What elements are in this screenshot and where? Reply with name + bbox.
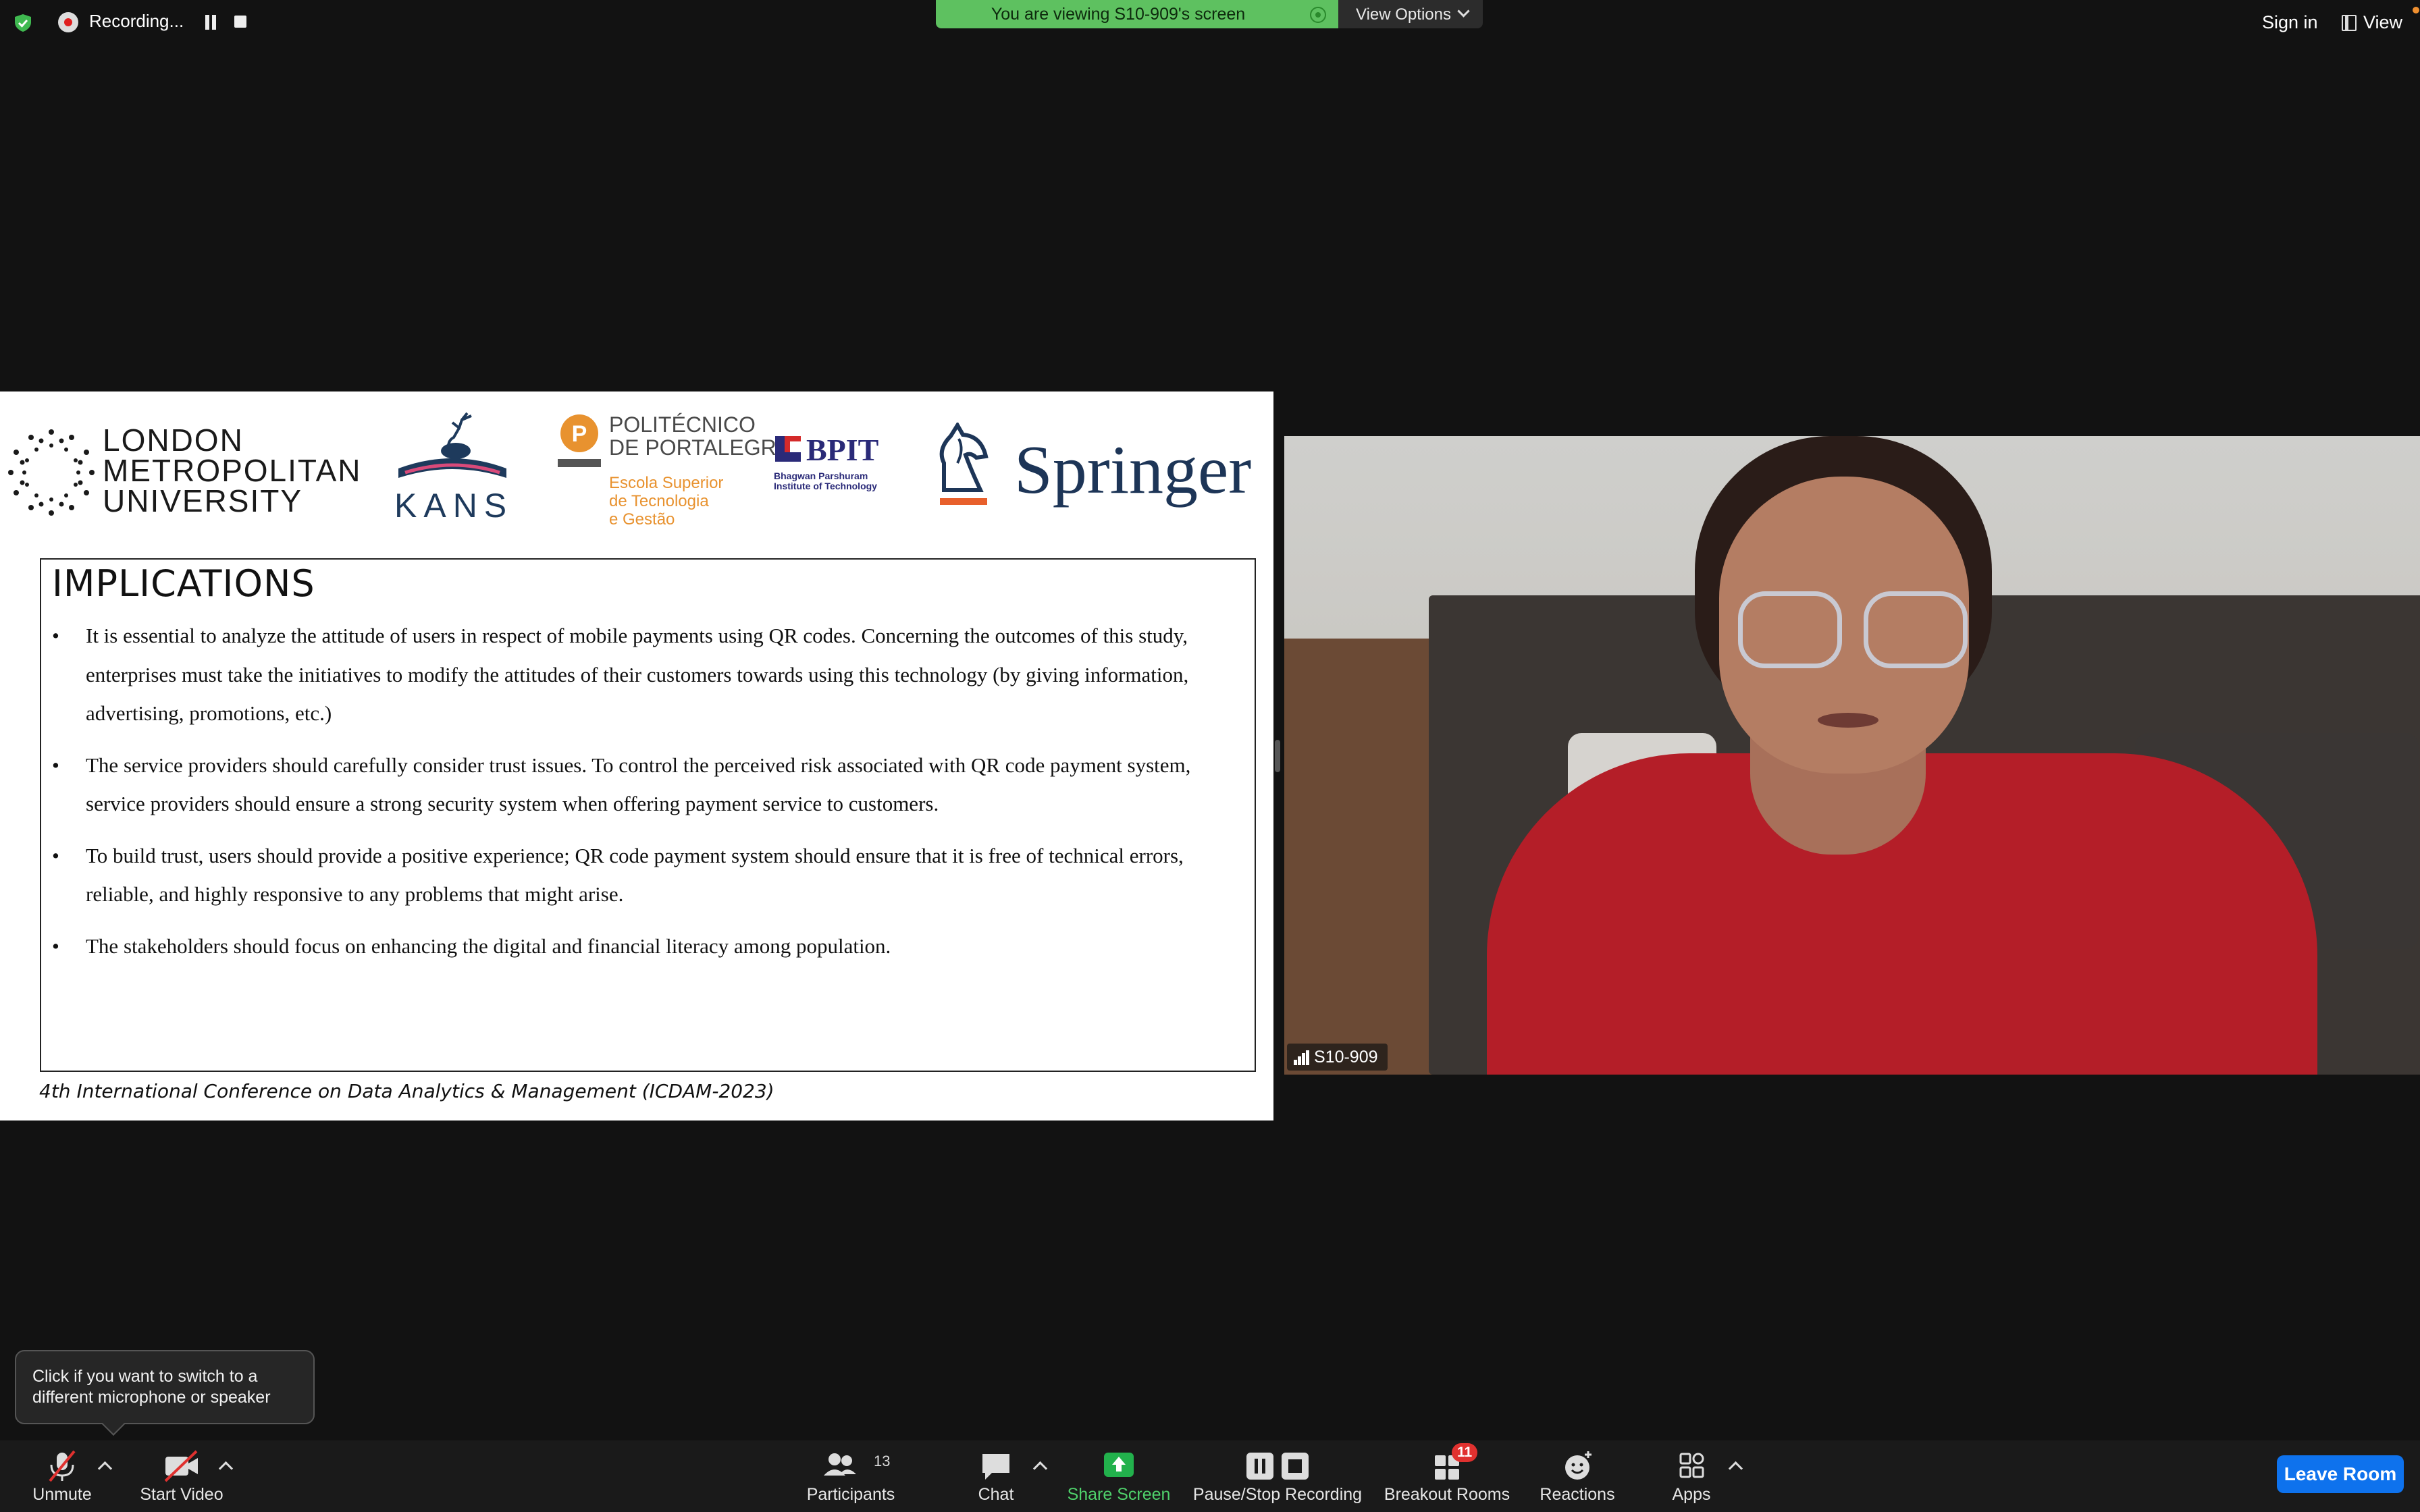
lmu-line-3: UNIVERSITY (103, 483, 303, 518)
sign-in-button[interactable]: Sign in (2262, 12, 2318, 33)
bpit-sub-line-1: Bhagwan Parshuram (774, 470, 868, 481)
participant-glasses (1864, 591, 1968, 668)
record-icon (58, 12, 78, 32)
politecnico-subtitle: Escola Superior de Tecnologia e Gestão (609, 474, 723, 529)
bpit-subtitle: Bhagwan Parshuram Institute of Technolog… (774, 471, 877, 491)
politecnico-line-1: POLITÉCNICO (609, 412, 756, 437)
pause-recording-icon (1246, 1453, 1309, 1480)
viewing-banner: You are viewing S10-909's screen (936, 0, 1338, 28)
bpit-sub-line-2: Institute of Technology (774, 481, 877, 491)
unmute-label: Unmute (32, 1485, 92, 1504)
bullet-item: The stakeholders should focus on enhanci… (47, 927, 1242, 966)
lmu-line-1: LONDON (103, 423, 244, 458)
chat-button[interactable]: Chat (959, 1440, 1033, 1512)
shield-icon[interactable] (14, 14, 32, 32)
slide-content-box: IMPLICATIONS It is essential to analyze … (40, 558, 1256, 1072)
bullet-item: To build trust, users should provide a p… (47, 836, 1242, 914)
participant-name-tag: S10-909 (1287, 1044, 1388, 1071)
video-background-wall (1284, 639, 1446, 1075)
bpit-logo-icon (775, 436, 801, 462)
view-icon[interactable] (2342, 15, 2357, 31)
share-screen-button[interactable]: Share Screen (1063, 1440, 1175, 1512)
recording-label: Recording... (89, 11, 184, 31)
politecnico-logo-icon: P (558, 414, 601, 467)
chat-label: Chat (978, 1485, 1014, 1504)
bullet-list: It is essential to analyze the attitude … (47, 616, 1242, 978)
lmu-logo-text: LONDON METROPOLITAN UNIVERSITY (103, 425, 362, 516)
breakout-rooms-button[interactable]: 11 Breakout Rooms (1383, 1440, 1511, 1512)
audio-switch-tooltip: Click if you want to switch to a differe… (15, 1350, 315, 1424)
chat-icon (982, 1454, 1009, 1480)
participants-label: Participants (806, 1485, 895, 1504)
svg-text:P: P (572, 421, 587, 447)
kans-logo-icon (398, 412, 506, 478)
pause-icon[interactable] (204, 15, 217, 30)
view-options-button[interactable]: View Options (1338, 0, 1483, 28)
bpit-logo-text: BPIT (806, 433, 879, 467)
politecnico-logo-text: POLITÉCNICO DE PORTALEGRE (609, 413, 791, 459)
politecnico-line-2: DE PORTALEGRE (609, 435, 791, 460)
breakout-rooms-label: Breakout Rooms (1384, 1485, 1510, 1504)
participant-glasses (1738, 591, 1842, 668)
apps-button[interactable]: Apps (1656, 1440, 1727, 1512)
politecnico-sub-line-2: de Tecnologia (609, 492, 709, 510)
politecnico-sub-line-1: Escola Superior (609, 474, 724, 492)
top-bar: Recording... You are viewing S10-909's s… (0, 0, 2420, 45)
signal-icon (1294, 1050, 1310, 1065)
politecnico-sub-line-3: e Gestão (609, 510, 675, 529)
notification-dot (2413, 7, 2419, 14)
view-options-label: View Options (1356, 5, 1451, 24)
shared-screen-slide: LONDON METROPOLITAN UNIVERSITY KANS P PO… (0, 392, 1273, 1120)
participants-icon (824, 1453, 856, 1476)
apps-label: Apps (1672, 1485, 1711, 1504)
participant-mouth (1818, 713, 1878, 728)
participant-video-tile[interactable]: S10-909 (1284, 436, 2420, 1075)
slide-footer: 4th International Conference on Data Ana… (39, 1080, 774, 1102)
share-screen-icon (1104, 1453, 1134, 1477)
microphone-muted-icon (49, 1450, 76, 1482)
viewing-banner-text: You are viewing S10-909's screen (991, 5, 1246, 24)
view-button[interactable]: View (2363, 12, 2402, 33)
participants-button[interactable]: 13 Participants (797, 1440, 905, 1512)
split-view-handle[interactable] (1275, 740, 1280, 772)
start-video-button[interactable]: Start Video (132, 1440, 231, 1512)
pause-stop-recording-label: Pause/Stop Recording (1192, 1485, 1363, 1504)
breakout-rooms-badge: 11 (1452, 1443, 1478, 1462)
leave-room-button[interactable]: Leave Room (2277, 1455, 2404, 1493)
bullet-item: The service providers should carefully c… (47, 746, 1242, 824)
chat-options-caret-icon[interactable] (1032, 1461, 1048, 1476)
video-muted-icon (164, 1450, 198, 1482)
logo-strip: LONDON METROPOLITAN UNIVERSITY KANS P PO… (0, 392, 1273, 540)
reactions-label: Reactions (1540, 1485, 1615, 1504)
start-video-label: Start Video (140, 1485, 223, 1504)
apps-options-caret-icon[interactable] (1728, 1461, 1743, 1476)
participant-name: S10-909 (1314, 1048, 1378, 1066)
chevron-down-icon (1457, 5, 1470, 18)
springer-horse-logo-icon (939, 423, 989, 505)
bullet-item: It is essential to analyze the attitude … (47, 616, 1242, 733)
pause-stop-recording-button[interactable]: Pause/Stop Recording (1191, 1440, 1364, 1512)
unmute-button[interactable]: Unmute (22, 1440, 103, 1512)
reactions-icon (1565, 1451, 1592, 1480)
stop-icon[interactable] (234, 16, 246, 28)
lmu-line-2: METROPOLITAN (103, 453, 362, 488)
meeting-toolbar: Unmute Start Video 13 Participants Chat … (0, 1440, 2420, 1512)
slide-title: IMPLICATIONS (52, 562, 315, 605)
tooltip-text: Click if you want to switch to a differe… (32, 1367, 271, 1407)
reactions-button[interactable]: Reactions (1530, 1440, 1625, 1512)
kans-logo-text: KANS (394, 487, 514, 524)
apps-icon (1679, 1453, 1704, 1478)
share-screen-label: Share Screen (1067, 1485, 1171, 1504)
london-metropolitan-logo-icon (8, 429, 95, 516)
participants-count: 13 (874, 1453, 891, 1469)
springer-logo-text: Springer (1014, 432, 1252, 508)
stop-viewing-icon[interactable] (1310, 7, 1326, 23)
